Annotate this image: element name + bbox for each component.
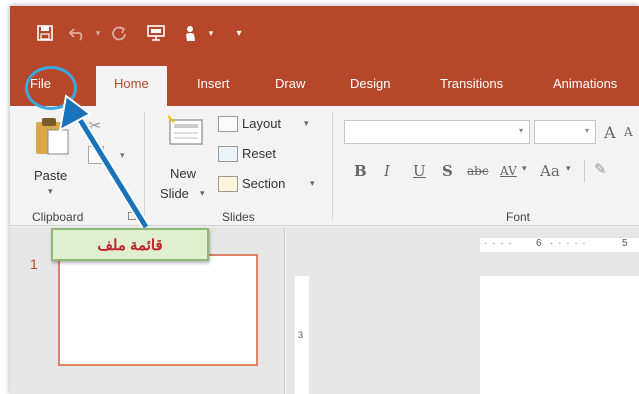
undo-dropdown-icon[interactable]: ▾ [92, 20, 104, 46]
new-slide-dropdown-icon: ▾ [200, 188, 205, 198]
underline-button[interactable]: U [413, 162, 426, 180]
present-icon[interactable] [144, 20, 168, 46]
title-bar: ▾ ▾ ▾ [10, 6, 639, 66]
layout-button[interactable]: Layout ▾ [218, 114, 318, 136]
paste-button[interactable]: Paste ▾ [30, 114, 82, 206]
shrink-font-button[interactable]: A [624, 125, 633, 139]
separator [144, 112, 145, 220]
ruler-mark-3: 3 [298, 330, 304, 340]
grow-font-button[interactable]: A [604, 123, 616, 142]
save-icon[interactable] [34, 20, 56, 46]
section-dropdown-icon: ▾ [310, 178, 315, 188]
customize-qat-icon[interactable]: ▾ [232, 20, 246, 46]
bold-button[interactable]: B [354, 162, 367, 180]
strikethrough-button[interactable]: abc [467, 164, 489, 178]
copy-icon[interactable] [88, 146, 104, 164]
new-slide-label-line1: New [170, 166, 197, 181]
character-spacing-button[interactable]: AV [500, 164, 517, 178]
section-label: Section [242, 176, 286, 191]
slide-thumbnail[interactable] [58, 254, 258, 366]
tab-insert[interactable]: Insert [197, 76, 230, 91]
tab-design[interactable]: Design [350, 76, 390, 91]
slides-group-label: Slides [222, 210, 255, 224]
new-slide-button[interactable]: New Slide ▾ [158, 112, 210, 204]
slide-number: 1 [30, 256, 38, 272]
tab-home[interactable]: Home [96, 66, 167, 106]
slide-canvas[interactable] [480, 276, 639, 394]
powerpoint-window: ▾ ▾ ▾ File Home Insert Draw Design Trans… [10, 6, 639, 394]
separator [584, 160, 585, 182]
layout-dropdown-icon: ▾ [304, 118, 309, 128]
file-tab-highlight-circle [25, 66, 77, 110]
clipboard-group-label: Clipboard [32, 210, 84, 224]
layout-label: Layout [242, 116, 282, 131]
redo-icon[interactable] [108, 20, 130, 46]
horizontal-ruler: · · · · 6 · · · · · 5 [480, 238, 639, 252]
tab-draw[interactable]: Draw [275, 76, 305, 91]
reset-label: Reset [242, 146, 276, 161]
font-group-label: Font [506, 210, 531, 224]
copy-dropdown-icon[interactable]: ▾ [120, 150, 125, 161]
tab-transitions[interactable]: Transitions [440, 76, 503, 91]
ribbon-tabs: File Home Insert Draw Design Transitions… [10, 66, 639, 106]
paste-dropdown-icon: ▾ [48, 186, 53, 196]
clipboard-launcher-icon[interactable] [128, 212, 136, 220]
touch-mode-icon[interactable] [180, 20, 202, 46]
paste-label: Paste [34, 168, 68, 183]
new-slide-label-line2: Slide [160, 186, 189, 201]
change-case-button[interactable]: Aa [540, 162, 560, 180]
ruler-ticks: · · · · [484, 238, 513, 249]
text-shadow-button[interactable]: S [442, 162, 453, 180]
cut-icon[interactable]: ✂ [88, 116, 101, 136]
section-button[interactable]: Section ▾ [218, 174, 318, 196]
paste-icon [36, 118, 69, 155]
font-size-combobox[interactable]: ▾ [534, 120, 596, 144]
italic-button[interactable]: I [384, 162, 390, 180]
clear-formatting-icon[interactable]: ✎ [594, 160, 607, 178]
ruler-ticks: · · · · · [550, 238, 587, 249]
separator [332, 112, 333, 220]
callout-label: قائمة ملف [97, 236, 163, 254]
font-name-combobox[interactable]: ▾ [344, 120, 530, 144]
tab-animations[interactable]: Animations [553, 76, 617, 91]
section-icon [218, 176, 238, 192]
font-name-dropdown-icon: ▾ [518, 126, 523, 135]
undo-icon[interactable] [66, 20, 90, 46]
ruler-mark-6: 6 [536, 238, 542, 249]
font-size-dropdown-icon: ▾ [584, 126, 589, 135]
change-case-dropdown-icon[interactable]: ▾ [566, 164, 571, 174]
new-slide-icon [167, 115, 203, 145]
vertical-ruler: 3 [295, 276, 309, 394]
character-spacing-dropdown-icon[interactable]: ▾ [522, 164, 527, 174]
touch-dropdown-icon[interactable]: ▾ [206, 20, 216, 46]
ruler-mark-5: 5 [622, 238, 628, 249]
file-menu-callout: قائمة ملف [51, 228, 209, 261]
reset-button[interactable]: Reset [218, 144, 318, 166]
reset-icon [218, 146, 238, 162]
layout-icon [218, 116, 238, 132]
